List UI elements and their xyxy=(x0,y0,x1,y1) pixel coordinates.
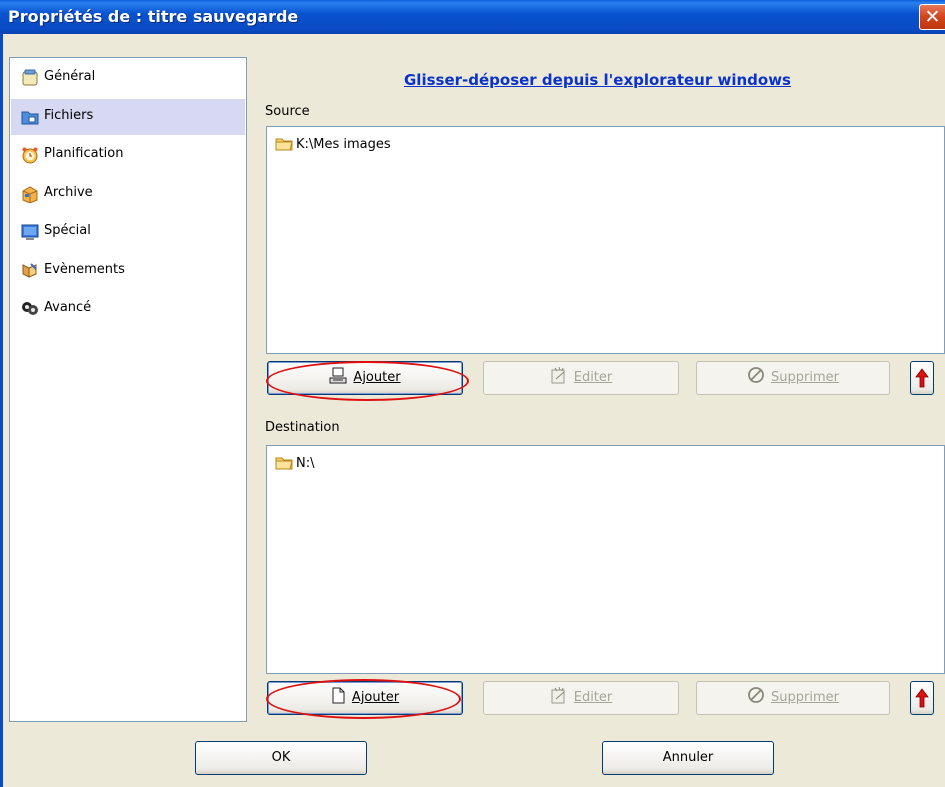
new-document-icon xyxy=(332,687,345,704)
red-up-arrow-icon xyxy=(915,368,929,388)
window-frame xyxy=(0,34,3,787)
list-item[interactable]: N:\ xyxy=(275,455,314,471)
close-icon: ✕ xyxy=(924,6,941,28)
edit-button-label: Editer xyxy=(573,370,613,385)
destination-delete-button[interactable]: Supprimer xyxy=(696,681,890,715)
sidebar-item-label: Fichiers xyxy=(44,108,94,123)
source-list[interactable]: K:\Mes images xyxy=(266,126,945,354)
sidebar-nav: Général Fichiers Planification Archive S… xyxy=(9,57,247,722)
source-add-button[interactable]: Ajouter xyxy=(267,361,463,395)
general-icon xyxy=(22,69,38,86)
sidebar-item-special[interactable]: Spécial xyxy=(11,214,245,250)
sidebar-item-advanced[interactable]: Avancé xyxy=(11,291,245,327)
add-button-label: Ajouter xyxy=(353,370,401,385)
sidebar-item-label: Archive xyxy=(44,185,93,200)
files-icon xyxy=(21,111,39,125)
folder-icon xyxy=(275,138,293,151)
window-title: Propriétés de : titre sauvegarde xyxy=(8,7,299,26)
folder-icon xyxy=(275,457,293,470)
edit-icon xyxy=(551,367,565,384)
sidebar-item-label: Avancé xyxy=(44,300,92,315)
source-edit-button[interactable]: Editer xyxy=(483,361,679,395)
archive-box-icon xyxy=(22,186,38,203)
ok-button[interactable]: OK xyxy=(195,741,367,775)
sidebar-item-files[interactable]: Fichiers xyxy=(11,99,245,135)
delete-button-label: Supprimer xyxy=(771,370,839,385)
title-bar: Propriétés de : titre sauvegarde ✕ xyxy=(0,0,945,34)
destination-label: Destination xyxy=(265,420,340,435)
sidebar-item-label: Spécial xyxy=(44,223,91,238)
destination-edit-button[interactable]: Editer xyxy=(483,681,679,715)
content-panel: Glisser-déposer depuis l'explorateur win… xyxy=(250,57,945,722)
edit-icon xyxy=(551,687,565,704)
destination-move-up-button[interactable] xyxy=(910,681,934,715)
sidebar-item-events[interactable]: Evènements xyxy=(11,253,245,289)
sidebar-item-archive[interactable]: Archive xyxy=(11,176,245,212)
sidebar-item-label: Planification xyxy=(44,146,124,161)
destination-list[interactable]: N:\ xyxy=(266,445,945,674)
source-delete-button[interactable]: Supprimer xyxy=(696,361,890,395)
advanced-icon xyxy=(22,302,38,315)
computer-icon xyxy=(329,367,347,384)
source-move-up-button[interactable] xyxy=(910,361,934,395)
sidebar-item-label: Evènements xyxy=(44,262,125,277)
sidebar-item-general[interactable]: Général xyxy=(11,60,245,96)
sidebar-item-label: Général xyxy=(44,69,96,84)
events-icon xyxy=(22,263,37,278)
sidebar-item-schedule[interactable]: Planification xyxy=(11,137,245,173)
drag-drop-help-link[interactable]: Glisser-déposer depuis l'explorateur win… xyxy=(250,71,945,89)
destination-item-path: N:\ xyxy=(296,456,315,471)
source-item-path: K:\Mes images xyxy=(296,137,391,152)
close-button[interactable]: ✕ xyxy=(919,4,945,30)
source-label: Source xyxy=(265,104,310,119)
red-up-arrow-icon xyxy=(915,688,929,708)
add-button-label: Ajouter xyxy=(351,690,400,705)
clock-icon xyxy=(22,147,38,164)
monitor-icon xyxy=(21,224,39,240)
edit-button-label: Editer xyxy=(573,690,613,705)
cancel-button[interactable]: Annuler xyxy=(602,741,774,775)
list-item[interactable]: K:\Mes images xyxy=(275,136,391,152)
forbidden-icon xyxy=(748,687,764,703)
forbidden-icon xyxy=(748,367,764,383)
destination-add-button[interactable]: Ajouter xyxy=(267,681,463,715)
delete-button-label: Supprimer xyxy=(771,690,839,705)
